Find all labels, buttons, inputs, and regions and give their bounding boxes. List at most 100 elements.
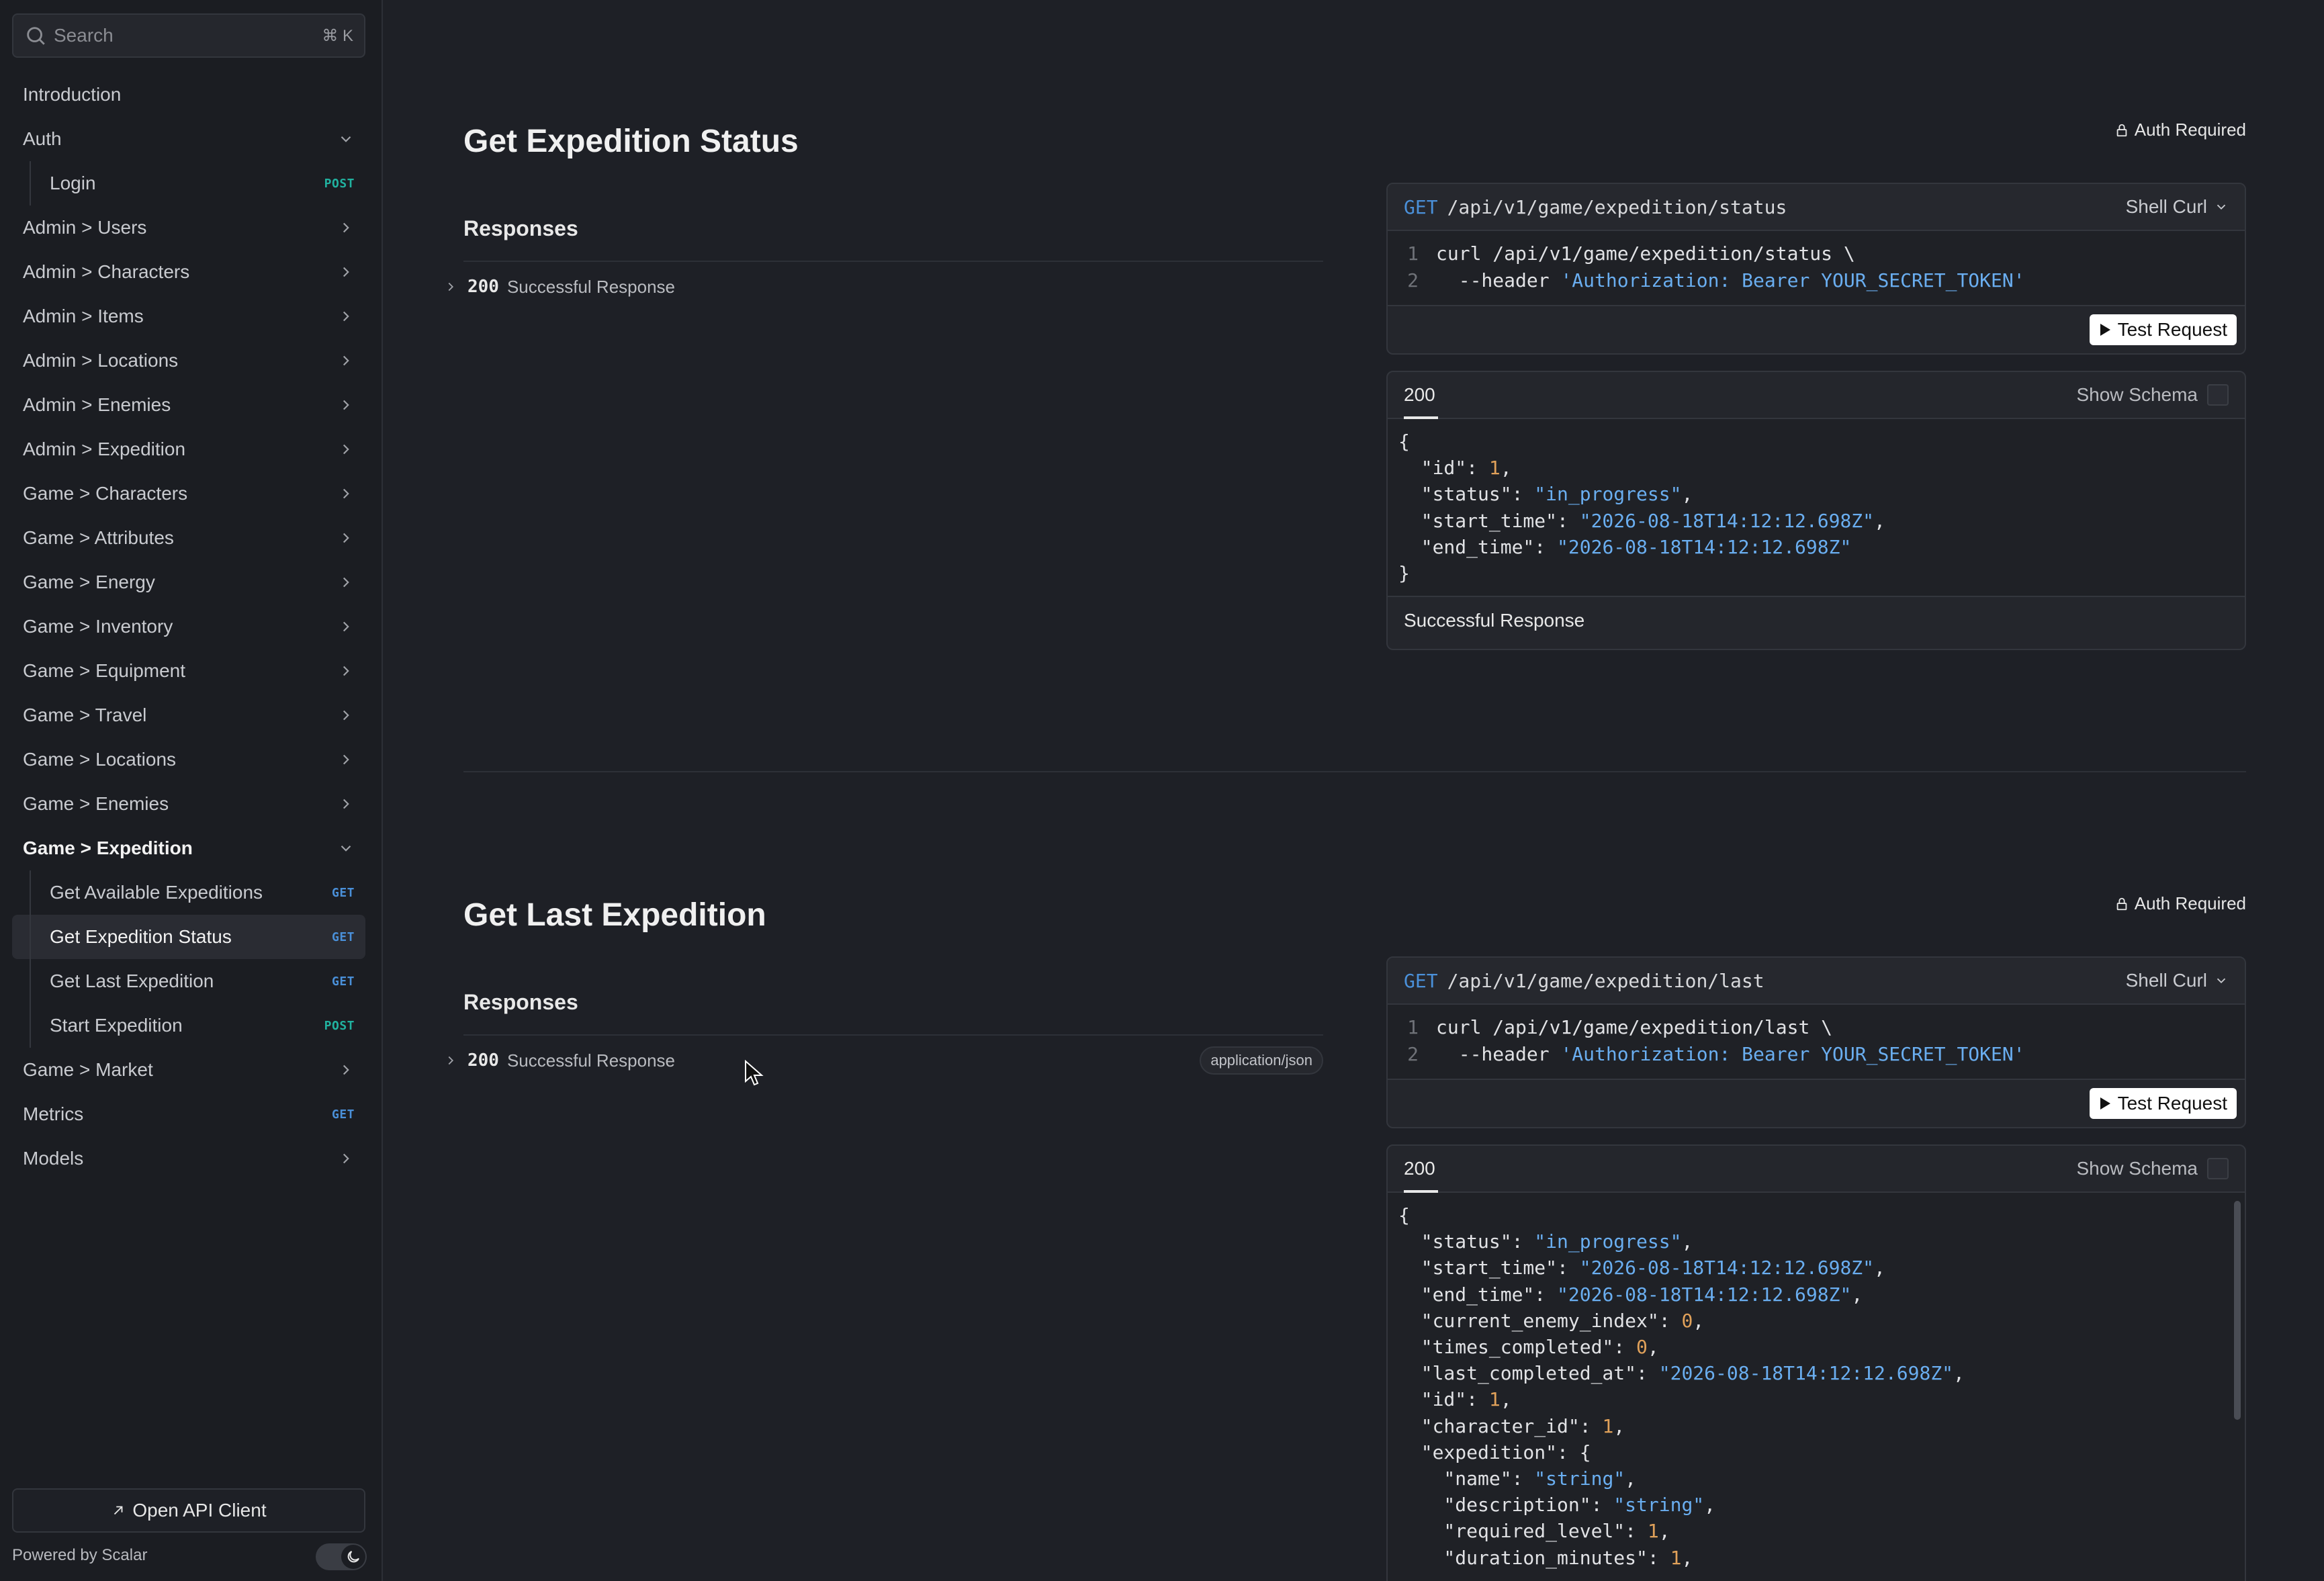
json-line: "end_time": "2026-08-18T14:12:12.698Z" [1398, 534, 2245, 560]
sidebar-item-login[interactable]: Login POST [12, 161, 365, 206]
tab-200[interactable]: 200 [1404, 1158, 1438, 1193]
chevron-right-icon [343, 621, 349, 632]
json-line: { [1398, 1202, 2245, 1228]
response-example-panel: 200 Show Schema { "status": "in_progress… [1386, 1144, 2246, 1581]
test-request-label: Test Request [2117, 319, 2227, 340]
test-request-button[interactable]: Test Request [2089, 1088, 2237, 1119]
http-method: GET [1404, 969, 1438, 992]
json-punct: , [1874, 509, 1885, 532]
json-number-value: 1 [1602, 1414, 1614, 1437]
json-punct: , [1681, 483, 1693, 506]
sidebar-item-models[interactable]: Models [12, 1136, 365, 1181]
sidebar-item-label: Admin > Expedition [23, 439, 186, 459]
sidebar-item-start-expedition[interactable]: Start Expedition POST [12, 1003, 365, 1048]
sidebar-item-label: Game > Equipment [23, 660, 186, 681]
sidebar-item-game-market[interactable]: Game > Market [12, 1048, 365, 1092]
chevron-right-icon [343, 1065, 349, 1075]
toggle-knob [341, 1545, 365, 1569]
show-schema-toggle[interactable]: Show Schema [2076, 384, 2229, 406]
sidebar-item-game-characters[interactable]: Game > Characters [12, 471, 365, 516]
sidebar-item-admin-users[interactable]: Admin > Users [12, 206, 365, 250]
sidebar-item-get-last-expedition[interactable]: Get Last Expedition GET [12, 959, 365, 1003]
divider [463, 261, 1323, 262]
json-brace: { [1579, 1441, 1591, 1463]
method-badge: POST [324, 1018, 355, 1033]
json-line: "start_time": "2026-08-18T14:12:12.698Z"… [1398, 1255, 2245, 1281]
sidebar-item-admin-characters[interactable]: Admin > Characters [12, 250, 365, 294]
sidebar-item-game-travel[interactable]: Game > Travel [12, 693, 365, 737]
response-row-200[interactable]: 200 Successful Response [443, 270, 1323, 304]
json-string-value: "2026-08-18T14:12:12.698Z" [1557, 1283, 1852, 1306]
sidebar-item-label: Admin > Locations [23, 350, 179, 371]
code-snippet: 1 curl /api/v1/game/expedition/last \ 2 -… [1388, 1005, 2245, 1079]
json-line: } [1398, 560, 2245, 586]
json-string-value: "in_progress" [1534, 483, 1682, 506]
code-line-2-value: 'Authorization: Bearer YOUR_SECRET_TOKEN… [1560, 269, 2025, 291]
dark-mode-toggle[interactable] [316, 1543, 367, 1570]
sidebar-item-auth[interactable]: Auth [12, 117, 365, 161]
sidebar-item-admin-expedition[interactable]: Admin > Expedition [12, 427, 365, 471]
test-request-button[interactable]: Test Request [2089, 314, 2237, 345]
sidebar-item-game-attributes[interactable]: Game > Attributes [12, 516, 365, 560]
json-line: "expedition": { [1398, 1439, 2245, 1465]
responses-heading: Responses [463, 990, 578, 1014]
play-icon [2100, 324, 2110, 336]
json-line: "times_completed": 0, [1398, 1334, 2245, 1360]
sidebar-item-game-inventory[interactable]: Game > Inventory [12, 604, 365, 649]
sidebar-item-label: Auth [23, 128, 62, 149]
sidebar-item-label: Introduction [23, 84, 122, 105]
json-string-value: "in_progress" [1534, 1230, 1682, 1253]
json-line: { [1398, 428, 2245, 455]
sidebar-item-introduction[interactable]: Introduction [12, 73, 365, 117]
json-punct: , [1874, 1257, 1885, 1279]
responses-heading: Responses [463, 216, 578, 240]
sidebar-item-game-locations[interactable]: Game > Locations [12, 737, 365, 782]
sidebar-item-game-energy[interactable]: Game > Energy [12, 560, 365, 604]
divider [463, 1034, 1323, 1036]
request-example-panel: GET /api/v1/game/expedition/last Shell C… [1386, 956, 2246, 1128]
endpoint-path: /api/v1/game/expedition/status [1447, 195, 1787, 218]
chevron-down-icon [2217, 204, 2226, 210]
sidebar-item-admin-enemies[interactable]: Admin > Enemies [12, 383, 365, 427]
search-input[interactable]: Search ⌘ K [12, 13, 365, 58]
chevron-right-icon [343, 577, 349, 588]
sidebar-item-label: Game > Travel [23, 705, 147, 725]
chevron-right-icon [343, 710, 349, 721]
show-schema-checkbox[interactable] [2207, 384, 2229, 406]
language-selector[interactable]: Shell Curl [2126, 970, 2229, 991]
sidebar-item-game-enemies[interactable]: Game > Enemies [12, 782, 365, 826]
auth-required-indicator: Auth Required [2114, 893, 2246, 914]
auth-label: Auth Required [2134, 893, 2246, 913]
sidebar-item-admin-locations[interactable]: Admin > Locations [12, 338, 365, 383]
code-line-2-value: 'Authorization: Bearer YOUR_SECRET_TOKEN… [1560, 1043, 2025, 1065]
sidebar-item-label: Models [23, 1148, 84, 1169]
sidebar-item-metrics[interactable]: Metrics GET [12, 1092, 365, 1136]
sidebar-item-label: Start Expedition [50, 1015, 183, 1036]
sidebar-item-get-available-expeditions[interactable]: Get Available Expeditions GET [12, 870, 365, 915]
sidebar-item-game-equipment[interactable]: Game > Equipment [12, 649, 365, 693]
scrollbar[interactable] [2234, 1201, 2241, 1420]
test-request-label: Test Request [2117, 1093, 2227, 1114]
tab-200[interactable]: 200 [1404, 384, 1438, 419]
code-line-2-flag: --header [1436, 269, 1561, 291]
json-brace: } [1398, 562, 1410, 585]
json-brace: { [1398, 1204, 1410, 1226]
chevron-right-icon [448, 1056, 454, 1065]
json-line: "required_level": 1, [1398, 1518, 2245, 1544]
show-schema-checkbox[interactable] [2207, 1158, 2229, 1179]
show-schema-toggle[interactable]: Show Schema [2076, 1158, 2229, 1179]
sidebar-item-label: Get Expedition Status [50, 926, 232, 947]
open-api-client-button[interactable]: Open API Client [12, 1488, 365, 1533]
response-json: { "id": 1, "status": "in_progress", "sta… [1388, 419, 2245, 596]
search-shortcut: ⌘ K [322, 26, 353, 45]
response-footer: Successful Response [1388, 596, 2245, 645]
language-selector[interactable]: Shell Curl [2126, 196, 2229, 218]
page-title: Get Expedition Status [463, 124, 799, 159]
sidebar-item-admin-items[interactable]: Admin > Items [12, 294, 365, 338]
json-key: "name": [1398, 1467, 1535, 1490]
mouse-cursor-icon [745, 1060, 764, 1086]
sidebar-item-game-expedition[interactable]: Game > Expedition [12, 826, 365, 870]
section-title: Get Last Expedition [463, 897, 766, 933]
sidebar-item-get-expedition-status[interactable]: Get Expedition Status GET [12, 915, 365, 959]
response-row-200[interactable]: 200 Successful Response application/json [443, 1044, 1323, 1077]
